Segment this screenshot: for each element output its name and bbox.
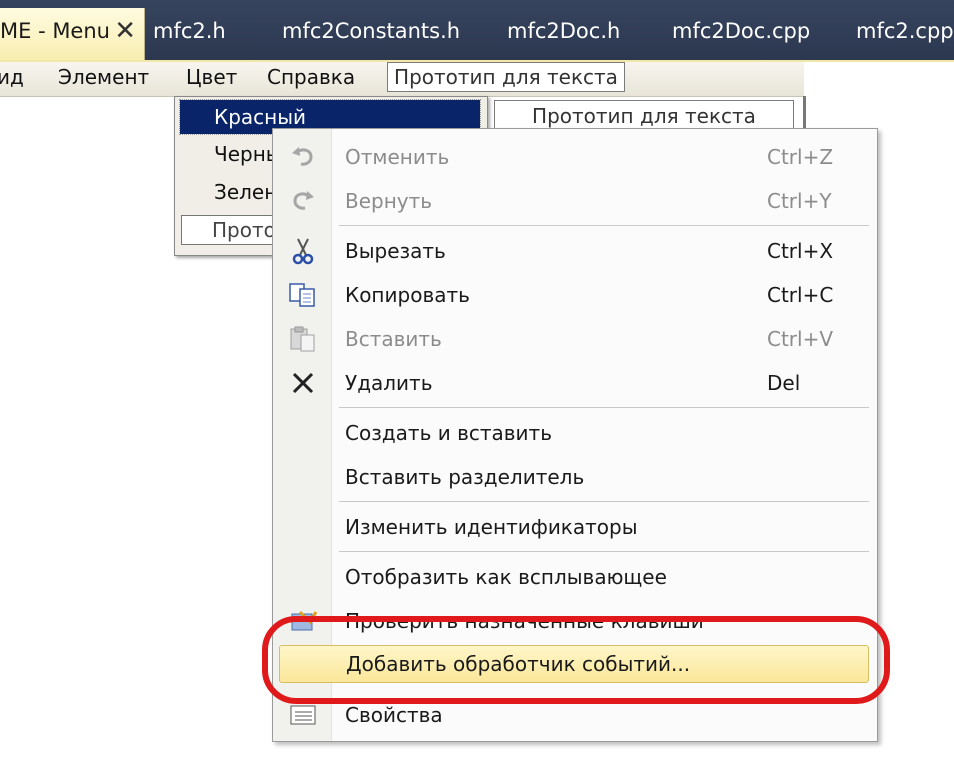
context-menu: Отменить Ctrl+Z Вернуть Ctrl+Y Вырезать … [272, 128, 878, 742]
menu-item-label: Изменить идентификаторы [345, 515, 638, 539]
delete-icon [287, 369, 319, 397]
tab-mfc2-cpp[interactable]: mfc2.cpp [856, 8, 954, 54]
menu-item-insert-separator[interactable]: Вставить разделитель [273, 457, 877, 497]
undo-icon [287, 143, 319, 171]
menu-item-add-event-handler[interactable]: Добавить обработчик событий... [279, 645, 869, 683]
menu-separator [339, 551, 869, 552]
menu-item-color[interactable]: Цвет [186, 62, 237, 92]
menu-item-label: Отобразить как всплывающее [345, 565, 667, 589]
menu-item-shortcut: Ctrl+C [767, 283, 834, 307]
menu-item-label: Вырезать [345, 239, 446, 263]
menu-item-view-as-popup[interactable]: Отобразить как всплывающее [273, 557, 877, 597]
menu-designer-bar: ид Элемент Цвет Справка Прототип для тек… [0, 62, 804, 97]
tab-mfc2constants-h[interactable]: mfc2Constants.h [282, 8, 460, 54]
menu-separator [339, 501, 869, 502]
menu-item-copy[interactable]: Копировать Ctrl+C [273, 275, 877, 315]
menu-item-help[interactable]: Справка [267, 62, 355, 92]
menu-item-label: Вернуть [345, 189, 433, 213]
menu-item-shortcut: Ctrl+X [767, 239, 834, 263]
scissors-icon [287, 237, 319, 265]
menu-item-redo[interactable]: Вернуть Ctrl+Y [273, 181, 877, 221]
close-icon[interactable]: ✕ [114, 8, 136, 54]
menu-item-label: Свойства [345, 703, 443, 727]
menu-item-shortcut: Ctrl+Z [767, 145, 834, 169]
tab-mfc2doc-cpp[interactable]: mfc2Doc.cpp [672, 8, 810, 54]
menu-item-shortcut: Ctrl+V [767, 327, 834, 351]
paste-icon [287, 325, 319, 353]
menu-item-shortcut: Del [767, 371, 801, 395]
tab-mfc2-h[interactable]: mfc2.h [153, 8, 226, 54]
menu-item-shortcut: Ctrl+Y [767, 189, 832, 213]
menu-item-cut[interactable]: Вырезать Ctrl+X [273, 231, 877, 271]
menu-item-label: Копировать [345, 283, 470, 307]
menu-item-label: Создать и вставить [345, 421, 552, 445]
tab-label: ME - Menu [0, 19, 110, 43]
document-tab-strip: ME - Menu ✕ mfc2.h mfc2Constants.h mfc2D… [0, 0, 954, 62]
menu-item-check-mnemonics[interactable]: Проверить назначенные клавиши [273, 601, 877, 641]
menu-item-view[interactable]: ид [0, 62, 24, 92]
menu-separator [339, 225, 869, 226]
copy-icon [287, 281, 319, 309]
menu-item-delete[interactable]: Удалить Del [273, 363, 877, 403]
menu-item-edit-ids[interactable]: Изменить идентификаторы [273, 507, 877, 547]
menu-item-create-insert[interactable]: Создать и вставить [273, 413, 877, 453]
menu-item-properties[interactable]: Свойства [273, 695, 877, 735]
menu-item-label: Вставить разделитель [345, 465, 585, 489]
properties-icon [287, 701, 319, 729]
menu-item-label: Проверить назначенные клавиши [345, 609, 704, 633]
menu-item-label: Удалить [345, 371, 433, 395]
menu-item-undo[interactable]: Отменить Ctrl+Z [273, 137, 877, 177]
menu-item-paste[interactable]: Вставить Ctrl+V [273, 319, 877, 359]
tab-menu-resource[interactable]: ME - Menu ✕ [0, 8, 145, 60]
menu-item-label: Добавить обработчик событий... [346, 652, 691, 676]
redo-icon [287, 187, 319, 215]
menu-item-label: Отменить [345, 145, 450, 169]
menu-separator [339, 407, 869, 408]
menu-item-label: Вставить [345, 327, 442, 351]
check-keys-icon [287, 607, 319, 635]
new-item-prototype[interactable]: Прототип для текста [387, 62, 625, 92]
menu-item-element[interactable]: Элемент [58, 62, 149, 92]
tab-mfc2doc-h[interactable]: mfc2Doc.h [507, 8, 620, 54]
